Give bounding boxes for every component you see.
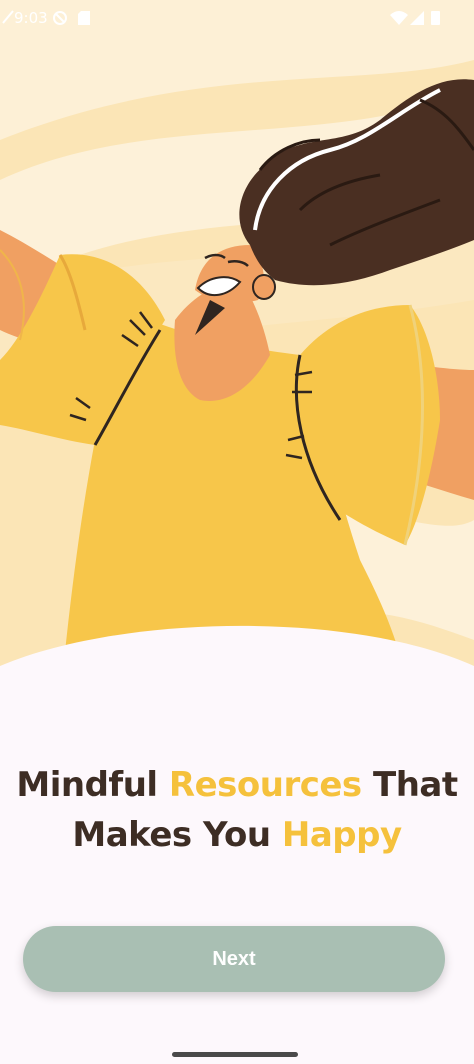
do-not-disturb-icon: [53, 11, 67, 25]
no-sim-icon: [2, 10, 14, 24]
signal-icon: [410, 11, 424, 25]
wifi-icon: [390, 11, 408, 25]
status-bar: 9:03: [0, 0, 474, 34]
home-indicator[interactable]: [172, 1052, 298, 1057]
headline-line-1: Mindful Resources That: [0, 760, 474, 810]
hero-illustration: [0, 0, 474, 700]
headline-text: That: [361, 765, 458, 805]
headline-text: Makes You: [72, 815, 282, 855]
headline-highlight-happy: Happy: [281, 815, 402, 855]
onboarding-headline: Mindful Resources That Makes You Happy: [0, 760, 474, 860]
headline-line-2: Makes You Happy: [0, 810, 474, 860]
headline-text: Mindful: [16, 765, 169, 805]
headline-highlight-resources: Resources: [168, 765, 362, 805]
next-button[interactable]: Next: [23, 926, 445, 992]
sd-card-icon: [78, 11, 90, 25]
status-time: 9:03: [14, 9, 48, 27]
battery-icon: [431, 11, 440, 25]
